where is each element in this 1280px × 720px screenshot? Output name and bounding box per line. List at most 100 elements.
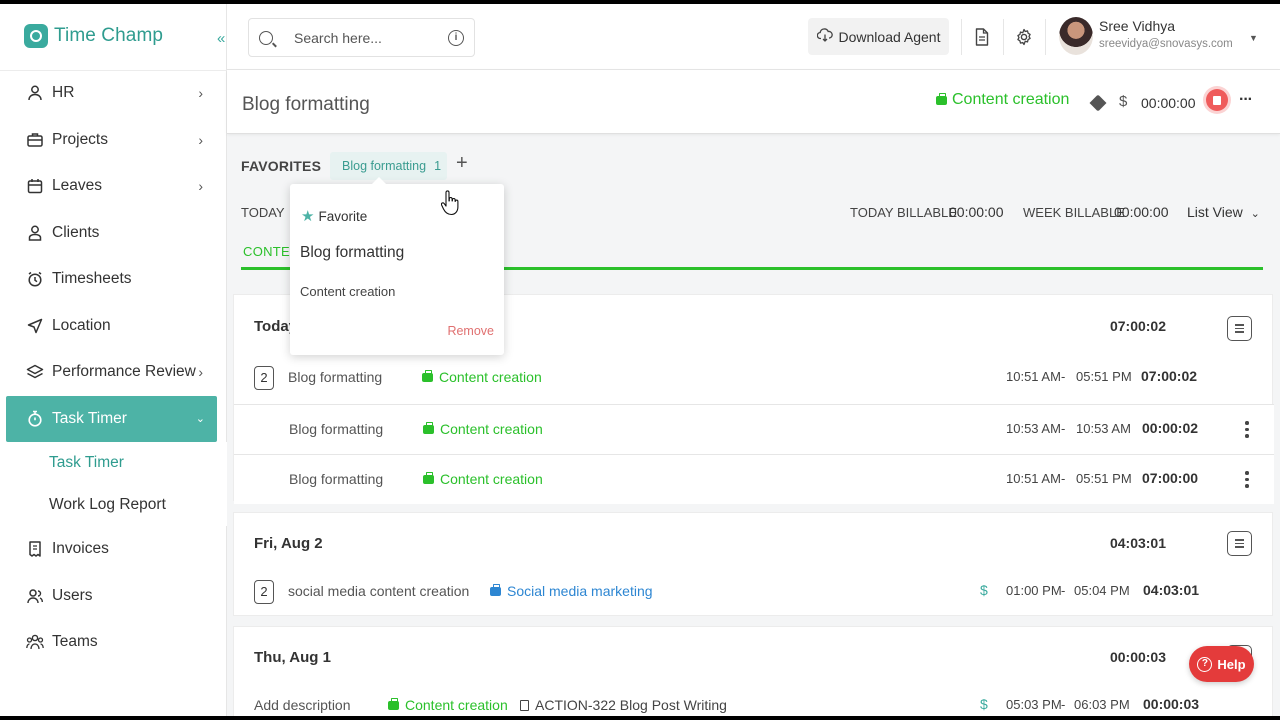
favorites-label: FAVORITES [241, 158, 322, 174]
tag-icon[interactable] [1089, 94, 1107, 112]
divider [961, 19, 962, 55]
sidebar-item-performance-review[interactable]: Performance Review › [0, 349, 227, 396]
entry-end-time[interactable]: 05:51 PM [1076, 471, 1132, 486]
favorite-popover: ★ Favorite Blog formatting Content creat… [290, 177, 504, 355]
day-card-fri-aug-2: Fri, Aug 2 04:03:01 2 social media conte… [233, 512, 1273, 616]
entry-project[interactable]: Content creation [388, 697, 508, 713]
entry-description[interactable]: Add description [254, 697, 351, 713]
add-favorite-icon[interactable]: + [456, 152, 468, 175]
popover-project: Content creation [300, 284, 396, 299]
chevron-right-icon: › [198, 364, 203, 381]
popover-favorite-header: ★ Favorite [301, 207, 367, 225]
sidebar-item-teams[interactable]: Teams [0, 619, 227, 666]
divider [1045, 19, 1046, 55]
entry-group-row[interactable]: 2 social media content creation Social m… [234, 567, 1274, 617]
entry-description[interactable]: social media content creation [288, 583, 469, 599]
document-icon[interactable] [973, 28, 991, 46]
user-name[interactable]: Sree Vidhya [1099, 18, 1175, 34]
time-separator: - [1061, 471, 1066, 486]
entry-count-badge[interactable]: 2 [254, 580, 274, 604]
sidebar-item-hr[interactable]: HR › [0, 70, 227, 117]
entry-row[interactable]: Blog formatting Content creation 10:53 A… [234, 404, 1274, 454]
entry-group-row[interactable]: 2 Blog formatting Content creation 10:51… [234, 353, 1274, 403]
entry-project-label: Content creation [440, 421, 543, 437]
entry-row[interactable]: Blog formatting Content creation 10:51 A… [234, 454, 1274, 504]
list-details-icon[interactable] [1227, 531, 1252, 556]
entry-task-link[interactable]: ACTION-322 Blog Post Writing [520, 697, 727, 713]
download-agent-button[interactable]: Download Agent [808, 18, 949, 55]
entry-start-time[interactable]: 05:03 PM [1006, 697, 1062, 712]
entry-task-label: ACTION-322 Blog Post Writing [535, 697, 727, 713]
billable-dollar-icon[interactable]: $ [980, 582, 988, 598]
sidebar-item-users[interactable]: Users [0, 573, 227, 620]
app-frame: Time Champ « HR › Projects › Leaves › Cl… [0, 4, 1280, 716]
search-input[interactable] [294, 29, 444, 46]
more-vertical-icon[interactable] [1245, 471, 1249, 488]
entry-start-time[interactable]: 10:53 AM [1006, 421, 1061, 436]
entry-description[interactable]: Blog formatting [289, 421, 383, 437]
entry-end-time[interactable]: 06:03 PM [1074, 697, 1130, 712]
entry-count-badge[interactable]: 2 [254, 366, 274, 390]
sidebar-item-invoices[interactable]: Invoices [0, 526, 227, 573]
search-icon [259, 30, 273, 45]
more-vertical-icon[interactable] [1245, 421, 1249, 438]
sidebar-subitem-task-timer[interactable]: Task Timer [0, 442, 227, 484]
download-agent-label: Download Agent [838, 28, 941, 45]
stopwatch-icon [26, 410, 44, 428]
entry-end-time[interactable]: 05:51 PM [1076, 369, 1132, 384]
review-icon [26, 363, 44, 381]
entry-project[interactable]: Content creation [422, 369, 542, 385]
collapse-sidebar-icon[interactable]: « [217, 30, 225, 47]
time-separator: - [1061, 421, 1066, 436]
question-icon: ? [1197, 656, 1213, 672]
help-label: Help [1217, 656, 1246, 672]
entry-end-time[interactable]: 10:53 AM [1076, 421, 1131, 436]
header-project[interactable]: Content creation [936, 91, 1069, 109]
help-button[interactable]: ? Help [1189, 646, 1254, 682]
popover-task-title[interactable]: Blog formatting [300, 244, 404, 262]
sidebar-subitem-work-log-report[interactable]: Work Log Report [0, 484, 227, 526]
entry-start-time[interactable]: 10:51 AM [1006, 471, 1061, 486]
entry-description[interactable]: Blog formatting [289, 471, 383, 487]
sidebar-item-projects[interactable]: Projects › [0, 117, 227, 164]
entry-row[interactable]: Add description Content creation ACTION-… [234, 681, 1274, 716]
gear-icon[interactable] [1015, 28, 1033, 46]
sidebar-item-label: Location [52, 316, 111, 334]
entry-project[interactable]: Content creation [423, 421, 543, 437]
sidebar-item-location[interactable]: Location [0, 303, 227, 350]
sidebar-item-clients[interactable]: Clients [0, 210, 227, 257]
list-details-icon[interactable] [1227, 316, 1252, 341]
sidebar-item-leaves[interactable]: Leaves › [0, 163, 227, 210]
app-logo[interactable]: Time Champ [24, 24, 163, 48]
chevron-down-icon: ⌄ [1250, 208, 1260, 220]
entry-start-time[interactable]: 10:51 AM [1006, 369, 1061, 384]
sidebar-item-task-timer[interactable]: Task Timer ⌄ [6, 395, 217, 442]
billable-dollar-icon[interactable]: $ [980, 696, 988, 712]
more-options-icon[interactable]: ··· [1239, 91, 1253, 109]
stop-timer-button[interactable] [1206, 89, 1228, 111]
search-box[interactable]: i [248, 18, 475, 57]
page-title[interactable]: Blog formatting [242, 94, 370, 116]
sidebar-item-timesheets[interactable]: Timesheets [0, 256, 227, 303]
favorite-chip[interactable]: Blog formatting 1 [330, 152, 447, 180]
sidebar-item-label: Users [52, 586, 93, 604]
briefcase-icon [936, 92, 947, 105]
caret-down-icon[interactable]: ▼ [1249, 33, 1258, 43]
entry-duration: 07:00:00 [1142, 470, 1199, 486]
info-icon[interactable]: i [448, 29, 464, 46]
remove-favorite-button[interactable]: Remove [447, 324, 494, 338]
timer-header: Blog formatting Content creation $ 00:00… [227, 70, 1280, 134]
entry-project[interactable]: Social media marketing [490, 583, 653, 599]
entry-end-time[interactable]: 05:04 PM [1074, 583, 1130, 598]
billable-dollar-icon[interactable]: $ [1119, 93, 1127, 110]
entry-project[interactable]: Content creation [423, 471, 543, 487]
avatar[interactable] [1059, 17, 1093, 55]
entry-duration: 00:00:02 [1142, 420, 1199, 436]
sidebar-item-label: HR [52, 84, 75, 102]
view-select-label: List View [1187, 204, 1243, 220]
entry-description[interactable]: Blog formatting [288, 369, 382, 385]
view-select[interactable]: List View ⌄ [1187, 204, 1260, 220]
time-separator: - [1061, 583, 1066, 598]
entry-start-time[interactable]: 01:00 PM [1006, 583, 1062, 598]
cloud-download-icon [816, 28, 833, 45]
